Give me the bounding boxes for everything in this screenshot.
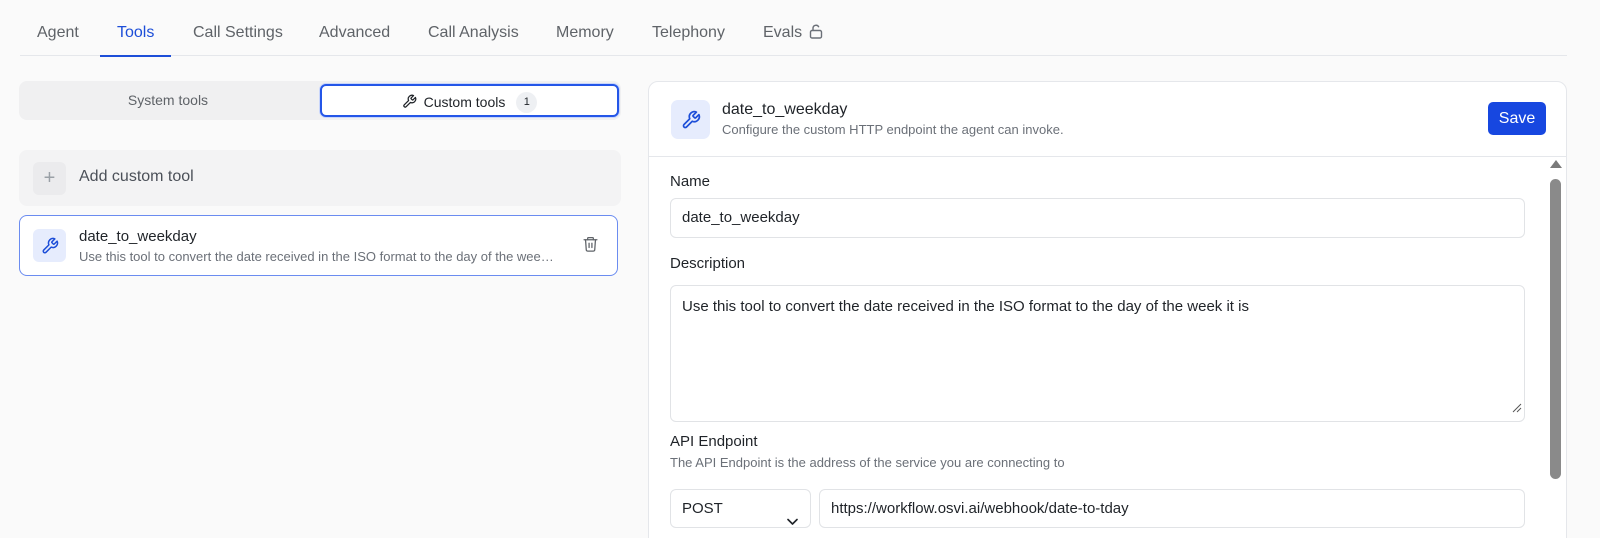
editor-title: date_to_weekday (722, 101, 848, 118)
tab-advanced[interactable]: Advanced (302, 0, 407, 56)
tab-label: Tools (117, 24, 155, 41)
tab-label: Telephony (652, 24, 725, 41)
tab-label: Advanced (319, 24, 391, 41)
scroll-up-arrow-icon[interactable] (1550, 160, 1562, 168)
tab-label: Call Analysis (428, 24, 519, 41)
tab-memory[interactable]: Memory (539, 0, 631, 56)
tab-label: Agent (37, 24, 79, 41)
scrollbar-thumb[interactable] (1550, 179, 1561, 479)
add-custom-tool-label: Add custom tool (79, 168, 194, 185)
tab-evals[interactable]: Evals (746, 0, 840, 56)
editor-scrollbar[interactable] (1548, 160, 1563, 538)
wrench-icon (402, 94, 417, 111)
custom-tools-count-badge: 1 (516, 91, 538, 113)
tab-label: Call Settings (193, 24, 283, 41)
wrench-icon (33, 229, 66, 262)
api-endpoint-label: API Endpoint (670, 433, 758, 450)
system-tools-toggle[interactable]: System tools (23, 81, 313, 120)
tool-item-name: date_to_weekday (79, 228, 197, 245)
description-label: Description (670, 255, 746, 272)
description-text: Use this tool to convert the date receiv… (682, 298, 1249, 315)
add-custom-tool-button[interactable]: + Add custom tool (19, 150, 621, 206)
tool-editor-panel: date_to_weekday Configure the custom HTT… (648, 81, 1567, 538)
resize-handle-icon[interactable] (1512, 399, 1522, 419)
name-input[interactable]: date_to_weekday (670, 198, 1525, 238)
name-label: Name (670, 173, 711, 190)
http-method-value: POST (682, 500, 723, 517)
plus-icon: + (33, 162, 66, 195)
tab-agent[interactable]: Agent (20, 0, 96, 56)
tab-label: Evals (763, 24, 803, 41)
custom-tools-label: Custom tools (423, 94, 506, 111)
tool-type-switch: System tools Custom tools 1 (19, 81, 621, 120)
tab-telephony[interactable]: Telephony (635, 0, 742, 56)
wrench-icon (671, 100, 710, 139)
main-tabs: Agent Tools Call Settings Advanced Call … (20, 0, 1567, 57)
trash-icon[interactable] (582, 235, 599, 258)
custom-tools-toggle[interactable]: Custom tools 1 (320, 84, 619, 117)
lock-open-icon (809, 2, 823, 67)
tab-call-settings[interactable]: Call Settings (176, 0, 300, 56)
editor-subtitle: Configure the custom HTTP endpoint the a… (722, 122, 1064, 137)
api-endpoint-hint: The API Endpoint is the address of the s… (670, 455, 1065, 470)
endpoint-url-input[interactable]: https://workflow.osvi.ai/webhook/date-to… (819, 489, 1525, 528)
tab-tools[interactable]: Tools (100, 0, 172, 57)
http-method-select[interactable]: POST (670, 489, 811, 528)
chevron-down-icon (787, 503, 798, 538)
save-button[interactable]: Save (1488, 102, 1546, 135)
system-tools-label: System tools (127, 92, 209, 108)
description-textarea[interactable]: Use this tool to convert the date receiv… (670, 285, 1525, 422)
tool-item-description: Use this tool to convert the date receiv… (79, 249, 559, 264)
tab-call-analysis[interactable]: Call Analysis (411, 0, 536, 56)
tool-list-item[interactable]: date_to_weekday Use this tool to convert… (19, 215, 618, 276)
tab-label: Memory (556, 24, 614, 41)
editor-header: date_to_weekday Configure the custom HTT… (649, 82, 1566, 157)
